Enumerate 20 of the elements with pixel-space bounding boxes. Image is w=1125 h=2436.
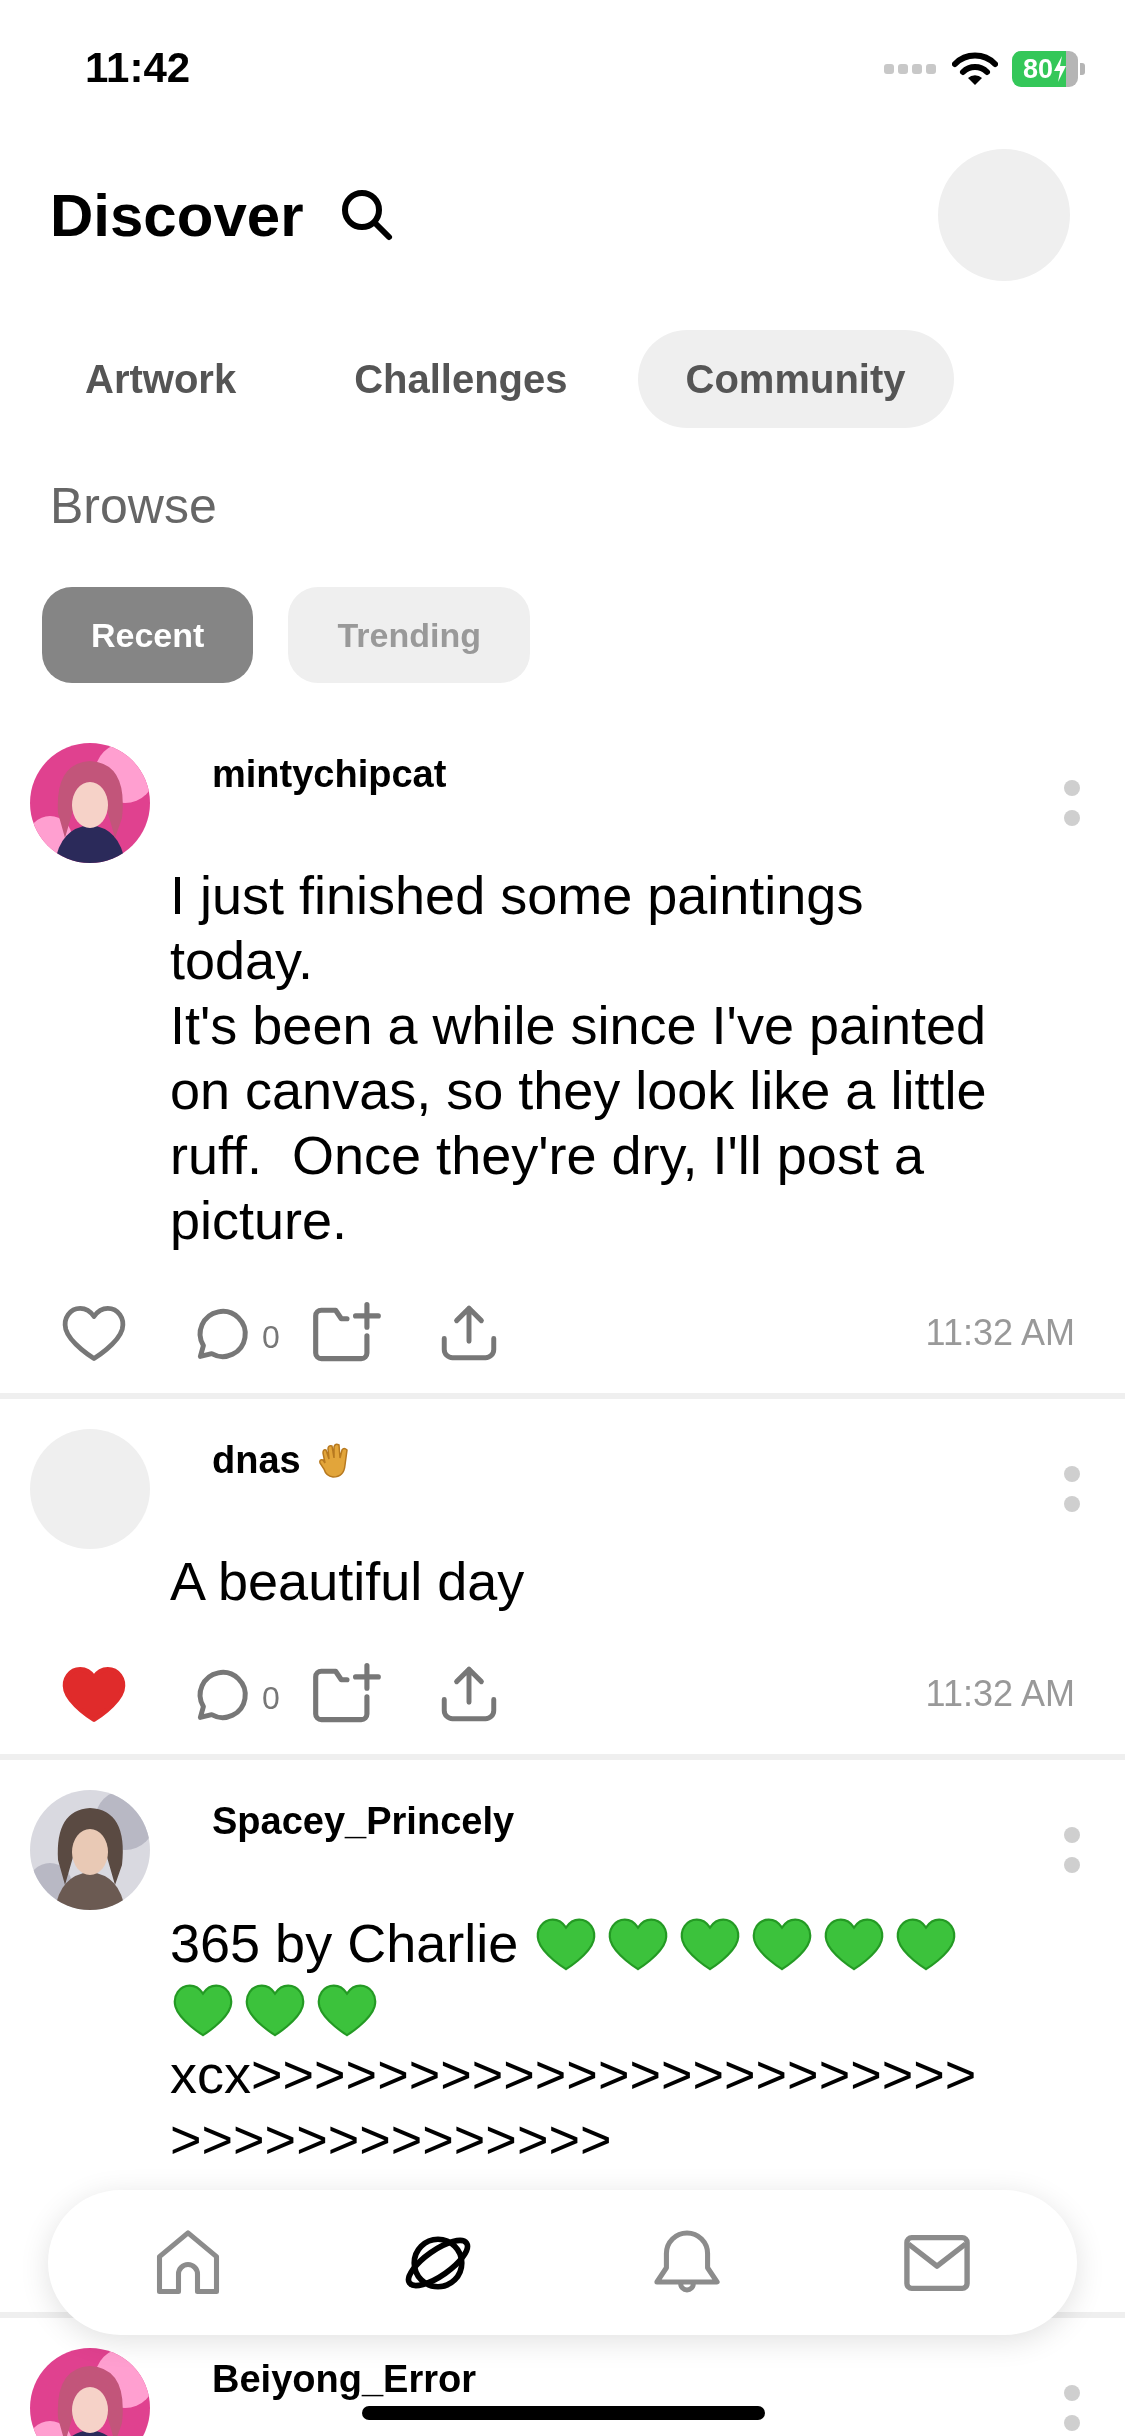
signal-icon	[884, 62, 938, 76]
wifi-icon	[952, 52, 998, 86]
comment-count: 0	[262, 1318, 280, 1356]
post-text: 365 by Charlie xcx>>>>>>>>>>>>>>>>>>>>>>> >>>>>>>>>>>>>>	[170, 1910, 990, 2172]
post-time: 11:32 AM	[925, 1673, 1075, 1715]
post-text: A beautiful day	[170, 1550, 526, 1613]
category-tab[interactable]: Challenges	[306, 330, 616, 428]
section-title: Browse	[49, 477, 218, 536]
page-title: Discover	[50, 180, 304, 250]
comment-count: 0	[262, 1679, 280, 1717]
username[interactable]: mintychipcat	[212, 753, 447, 796]
category-tab[interactable]: Artwork	[37, 330, 285, 428]
post-time: 11:32 AM	[925, 1312, 1075, 1354]
username[interactable]: Spacey_Princely	[212, 1800, 515, 1843]
post-text: I just finished some paintings today. It's been a while since I've painted on canvas, so they look like a little ruff. Once they're dry, I'll post a picture.	[170, 864, 988, 1252]
status-time: 11:42	[85, 44, 191, 92]
filter-chip[interactable]: Recent	[42, 587, 254, 683]
category-tab[interactable]: Community	[637, 330, 954, 428]
username[interactable]: Beiyong_Error	[212, 2358, 476, 2401]
username[interactable]: dnas	[212, 1439, 301, 1482]
